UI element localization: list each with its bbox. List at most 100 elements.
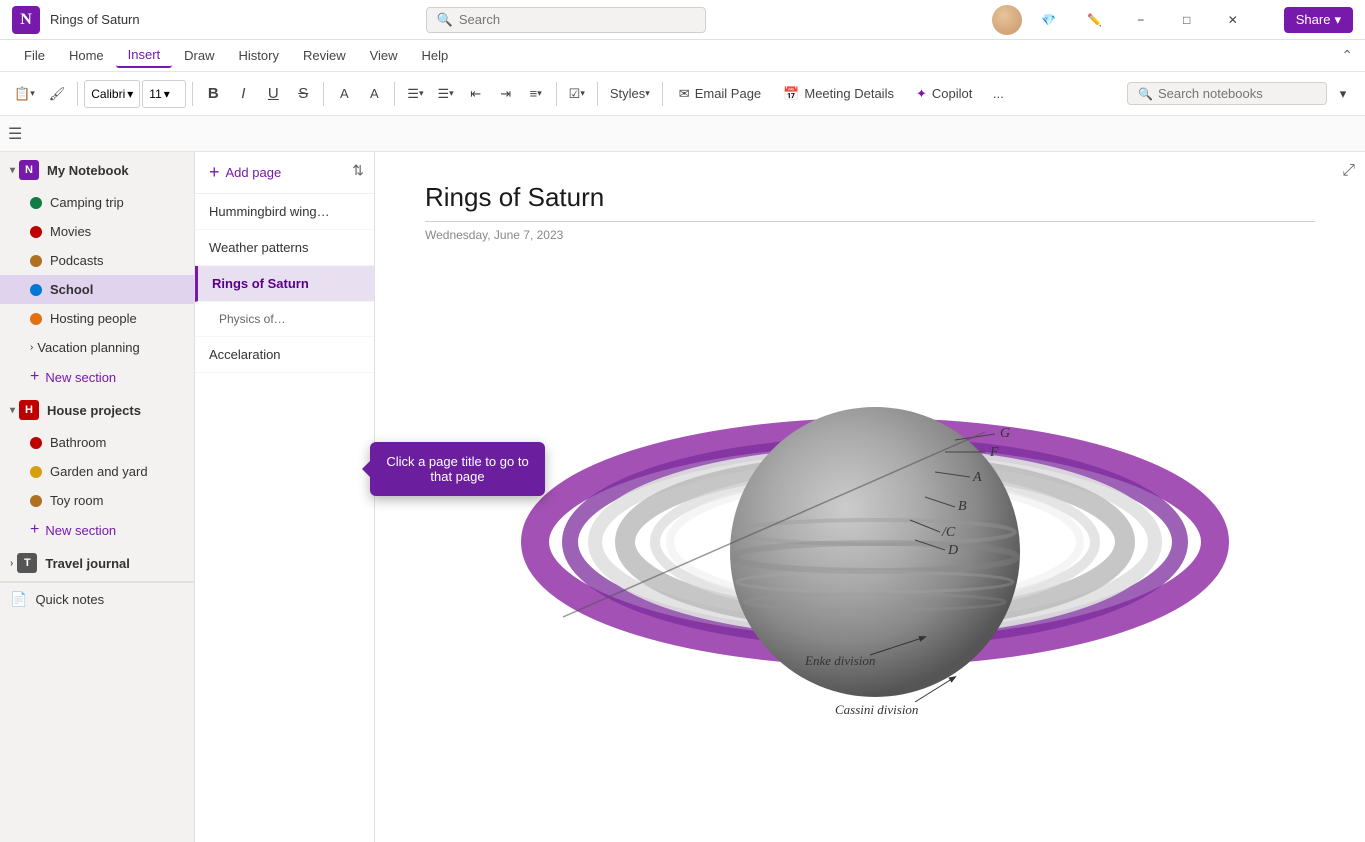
- school-dot: [30, 284, 42, 296]
- section-school[interactable]: School: [0, 275, 194, 304]
- font-size-dropdown[interactable]: 11 ▾: [142, 80, 186, 108]
- minimize-button[interactable]: −: [1118, 4, 1164, 36]
- section-camping-trip[interactable]: Camping trip: [0, 188, 194, 217]
- divider-7: [662, 82, 663, 106]
- menu-review[interactable]: Review: [291, 44, 358, 67]
- podcasts-dot: [30, 255, 42, 267]
- clipboard-button[interactable]: 📋▾: [8, 78, 41, 110]
- house-projects-new-section-label: New section: [45, 523, 116, 538]
- menu-file[interactable]: File: [12, 44, 57, 67]
- search-bar[interactable]: 🔍: [426, 7, 706, 33]
- font-size-value: 11: [149, 87, 161, 101]
- page-rings-of-saturn[interactable]: Rings of Saturn: [195, 266, 374, 302]
- page-physics-label: Physics of…: [219, 312, 286, 326]
- italic-button[interactable]: I: [229, 78, 257, 110]
- section-garden[interactable]: Garden and yard: [0, 457, 194, 486]
- menu-insert[interactable]: Insert: [116, 43, 173, 68]
- indent-button[interactable]: ⇥: [492, 78, 520, 110]
- styles-button[interactable]: Styles▾: [604, 78, 656, 110]
- page-title: Rings of Saturn: [425, 182, 1315, 222]
- align-button[interactable]: ≡▾: [522, 78, 550, 110]
- my-notebook-header[interactable]: ▾ N My Notebook: [0, 152, 194, 188]
- house-projects-group: ▾ H House projects Bathroom Garden and y…: [0, 392, 194, 545]
- page-physics[interactable]: Physics of…: [195, 302, 374, 337]
- outdent-button[interactable]: ⇤: [462, 78, 490, 110]
- strikethrough-button[interactable]: S: [289, 78, 317, 110]
- menu-history[interactable]: History: [227, 44, 291, 67]
- font-size-chevron: ▾: [164, 87, 170, 101]
- page-weather-patterns[interactable]: Weather patterns: [195, 230, 374, 266]
- section-toy-room[interactable]: Toy room: [0, 486, 194, 515]
- my-notebook-new-section-label: New section: [45, 370, 116, 385]
- page-hummingbird[interactable]: Hummingbird wing…: [195, 194, 374, 230]
- bullets-button[interactable]: ☰▾: [401, 78, 429, 110]
- share-button[interactable]: Share ▾: [1284, 7, 1353, 33]
- section-hosting-people[interactable]: Hosting people: [0, 304, 194, 333]
- close-button[interactable]: ✕: [1210, 4, 1256, 36]
- app-title: Rings of Saturn: [50, 12, 140, 27]
- page-weather-label: Weather patterns: [209, 240, 308, 255]
- page-hummingbird-label: Hummingbird wing…: [209, 204, 330, 219]
- search-notebooks-expand[interactable]: ▾: [1329, 78, 1357, 110]
- movies-dot: [30, 226, 42, 238]
- my-notebook-new-section[interactable]: + New section: [0, 362, 194, 392]
- section-bathroom[interactable]: Bathroom: [0, 428, 194, 457]
- font-family-dropdown[interactable]: Calibri ▾: [84, 80, 140, 108]
- collapse-ribbon-button[interactable]: ⌃: [1341, 47, 1353, 64]
- section-vacation-planning[interactable]: › Vacation planning: [0, 333, 194, 362]
- checkbox-button[interactable]: ☑▾: [563, 78, 591, 110]
- section-movies[interactable]: Movies: [0, 217, 194, 246]
- highlight-button[interactable]: A: [330, 78, 358, 110]
- search-input[interactable]: [459, 12, 695, 27]
- add-page-button[interactable]: + Add page: [195, 152, 374, 194]
- email-page-button[interactable]: ✉ Email Page: [669, 82, 771, 106]
- search-notebooks-bar[interactable]: 🔍: [1127, 82, 1327, 105]
- menu-help[interactable]: Help: [410, 44, 461, 67]
- edit-icon[interactable]: ✏️: [1072, 4, 1118, 36]
- format-painter-button[interactable]: 🖌: [43, 78, 72, 110]
- menu-home[interactable]: Home: [57, 44, 116, 67]
- email-page-label: Email Page: [695, 86, 761, 101]
- svg-text:Enke division: Enke division: [804, 653, 875, 668]
- divider-4: [394, 82, 395, 106]
- sort-pages-button[interactable]: ⇅: [352, 162, 364, 179]
- email-icon: ✉: [679, 86, 690, 102]
- search-notebooks-icon: 🔍: [1138, 87, 1153, 101]
- quick-notes-item[interactable]: 📄 Quick notes: [0, 582, 194, 616]
- more-button[interactable]: ...: [984, 78, 1012, 110]
- expand-button[interactable]: ⤢: [1342, 162, 1355, 180]
- main-layout: ▾ N My Notebook Camping trip Movies Podc…: [0, 152, 1365, 842]
- section-podcasts[interactable]: Podcasts: [0, 246, 194, 275]
- divider-3: [323, 82, 324, 106]
- font-family-value: Calibri: [91, 87, 125, 101]
- toolbar: 📋▾ 🖌 Calibri ▾ 11 ▾ B I U S A A ☰▾ ☰▾ ⇤ …: [0, 72, 1365, 116]
- house-projects-header[interactable]: ▾ H House projects: [0, 392, 194, 428]
- page-accelaration[interactable]: Accelaration: [195, 337, 374, 373]
- meeting-details-button[interactable]: 📅 Meeting Details: [773, 82, 904, 106]
- svg-text:B: B: [958, 499, 967, 514]
- font-family-chevron: ▾: [127, 87, 133, 101]
- copilot-button[interactable]: ✦ Copilot: [906, 82, 982, 106]
- font-color-button[interactable]: A: [360, 78, 388, 110]
- menu-draw[interactable]: Draw: [172, 44, 226, 67]
- my-notebook-label: My Notebook: [47, 163, 129, 178]
- avatar[interactable]: [992, 5, 1022, 35]
- house-projects-new-section[interactable]: + New section: [0, 515, 194, 545]
- copilot-label: Copilot: [932, 86, 972, 101]
- travel-journal-header[interactable]: › T Travel journal: [0, 545, 194, 581]
- underline-button[interactable]: U: [259, 78, 287, 110]
- my-notebook-group: ▾ N My Notebook Camping trip Movies Podc…: [0, 152, 194, 392]
- content-area: ⤢ Rings of Saturn Wednesday, June 7, 202…: [375, 152, 1365, 842]
- divider-2: [192, 82, 193, 106]
- onenote-logo: N: [12, 6, 40, 34]
- my-notebook-icon: N: [19, 160, 39, 180]
- movies-label: Movies: [50, 224, 91, 239]
- maximize-button[interactable]: □: [1164, 4, 1210, 36]
- diamond-icon[interactable]: 💎: [1026, 4, 1072, 36]
- bold-button[interactable]: B: [199, 78, 227, 110]
- sidebar: ▾ N My Notebook Camping trip Movies Podc…: [0, 152, 195, 842]
- hamburger-menu-button[interactable]: ☰: [8, 124, 22, 144]
- menu-view[interactable]: View: [358, 44, 410, 67]
- search-notebooks-input[interactable]: [1158, 86, 1316, 101]
- numbering-button[interactable]: ☰▾: [431, 78, 459, 110]
